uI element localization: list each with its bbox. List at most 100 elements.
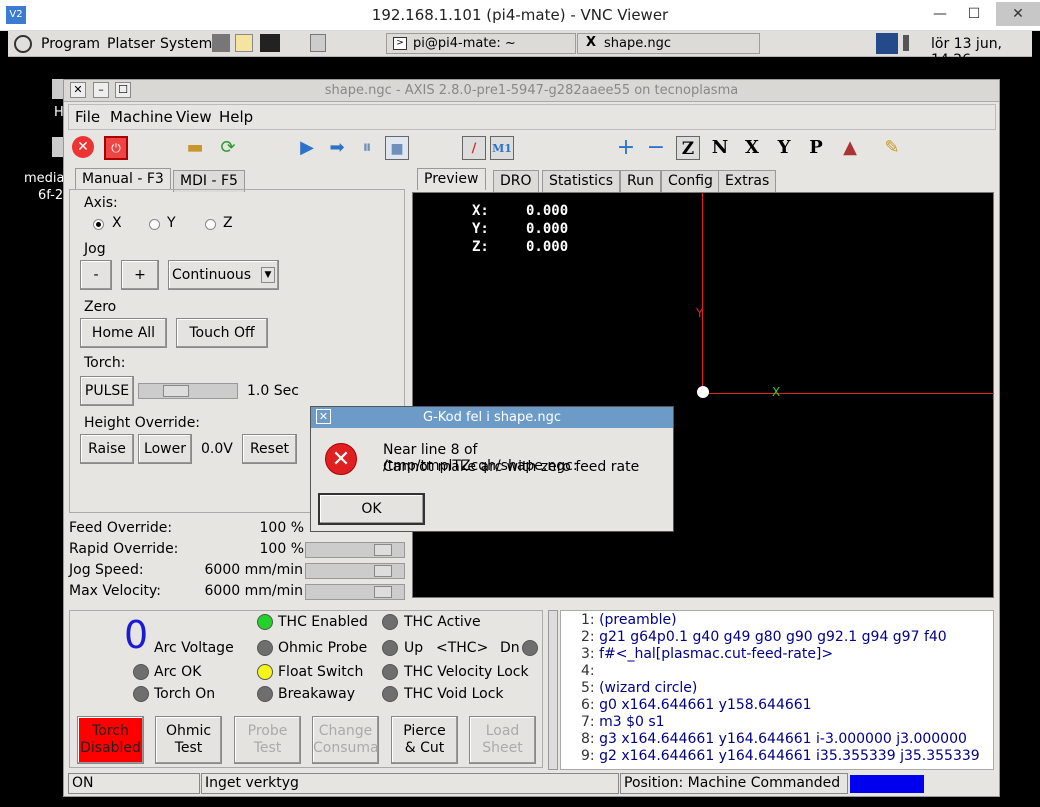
toolbar: ✕ ⏻ ▬ ⟳ ▶ ➡ ⏸ ■ / M1 + − Z N X Y P ▲ ✎ — [68, 131, 996, 165]
view-p-icon[interactable]: P — [804, 136, 828, 160]
torch-on-led — [133, 686, 149, 702]
raise-button[interactable]: Raise — [80, 434, 134, 464]
clear-plot-icon[interactable]: ✎ — [880, 136, 904, 160]
stop-icon[interactable]: ■ — [385, 136, 409, 160]
max-velocity-slider[interactable] — [305, 584, 405, 600]
axis-title-bar: ✕ – ☐ shape.ngc - AXIS 2.8.0-pre1-5947-g… — [64, 80, 999, 102]
thc-void-lock-label: THC Void Lock — [404, 686, 504, 702]
vnc-close-button[interactable]: ✕ — [996, 2, 1040, 26]
torch-disabled-button[interactable]: Torch Disabled — [77, 716, 144, 764]
rapid-override-label: Rapid Override: — [69, 541, 179, 557]
view-x-icon[interactable]: X — [740, 136, 764, 160]
jog-speed-slider[interactable] — [305, 563, 405, 579]
error-icon: ✕ — [325, 443, 357, 475]
dialog-title: G-Kod fel i shape.ngc — [422, 410, 562, 425]
terminal-icon[interactable] — [260, 34, 280, 52]
step-icon[interactable]: ➡ — [325, 136, 349, 160]
jog-minus-button[interactable]: - — [80, 260, 112, 290]
view-y-icon[interactable]: Y — [772, 136, 796, 160]
vnc-tray-icon[interactable] — [876, 33, 898, 54]
home-all-button[interactable]: Home All — [80, 318, 167, 348]
block-delete-icon[interactable]: / — [462, 136, 486, 160]
gcode-scrollbar[interactable] — [548, 610, 558, 770]
tab-config[interactable]: Config — [661, 170, 720, 192]
rapid-override-slider[interactable] — [305, 542, 405, 558]
mate-logo-icon[interactable] — [14, 35, 32, 53]
run-icon[interactable]: ▶ — [295, 136, 319, 160]
vnc-window-title: 192.168.1.101 (pi4-mate) - VNC Viewer — [371, 6, 669, 24]
radio-axis-z[interactable] — [205, 219, 216, 230]
radio-axis-x[interactable] — [93, 219, 104, 230]
reset-button[interactable]: Reset — [242, 434, 297, 464]
vnc-minimize-button[interactable]: — — [926, 2, 954, 26]
tab-extras[interactable]: Extras — [718, 170, 777, 192]
status-progress-bar — [850, 775, 924, 793]
taskbar-terminal[interactable]: > pi@pi4-mate: ~ — [386, 33, 576, 54]
tab-statistics[interactable]: Statistics — [542, 170, 620, 192]
panel-menu-platser[interactable]: Platser — [107, 36, 155, 52]
preview-canvas[interactable]: X: 0.000 Y: 0.000 Z: 0.000 Y X — [412, 192, 994, 598]
text-editor-icon[interactable] — [235, 34, 253, 52]
menu-help[interactable]: Help — [219, 108, 253, 126]
toggle-tool-icon[interactable]: ▲ — [838, 136, 862, 160]
power-icon[interactable]: ⏻ — [104, 136, 128, 160]
touch-off-button[interactable]: Touch Off — [176, 318, 268, 348]
menu-machine[interactable]: Machine — [110, 108, 173, 126]
jog-mode-select[interactable]: Continuous ▼ — [168, 260, 279, 290]
gcode-line: 2: g21 g64p0.1 g40 g49 g80 g90 g92.1 g94… — [581, 629, 947, 645]
radio-axis-y-label: Y — [167, 215, 176, 231]
slider-knob[interactable] — [374, 565, 392, 577]
slider-knob[interactable] — [163, 385, 189, 397]
torch-on-label: Torch On — [154, 686, 216, 702]
ohmic-test-button[interactable]: Ohmic Test — [155, 716, 222, 764]
dn-label: Dn — [500, 640, 520, 656]
pause-icon[interactable]: ⏸ — [355, 136, 379, 160]
gcode-line: 4: — [581, 663, 595, 679]
tab-dro[interactable]: DRO — [493, 170, 539, 192]
reload-icon[interactable]: ⟳ — [216, 136, 240, 160]
lower-button[interactable]: Lower — [138, 434, 192, 464]
ok-button[interactable]: OK — [318, 493, 425, 525]
thc-void-lock-led — [382, 686, 398, 702]
taskbar-axis[interactable]: X shape.ngc — [577, 33, 760, 54]
probe-test-button[interactable]: Probe Test — [234, 716, 301, 764]
estop-icon[interactable]: ✕ — [72, 136, 94, 158]
tab-manual[interactable]: Manual - F3 — [75, 168, 171, 190]
pulse-time-value: 1.0 Sec — [247, 383, 299, 399]
load-sheet-button[interactable]: Load Sheet — [469, 716, 536, 764]
dialog-close-icon[interactable]: ✕ — [316, 409, 331, 424]
jog-plus-button[interactable]: + — [121, 260, 159, 290]
max-velocity-value: 6000 mm/min — [204, 583, 303, 599]
launcher-icon[interactable] — [212, 34, 230, 52]
tab-preview[interactable]: Preview — [417, 168, 486, 190]
pierce-cut-button[interactable]: Pierce & Cut — [391, 716, 458, 764]
optional-stop-icon[interactable]: M1 — [490, 136, 514, 160]
slider-knob[interactable] — [374, 544, 392, 556]
menu-file[interactable]: File — [75, 108, 100, 126]
jog-label: Jog — [84, 241, 106, 257]
view-z-rotated-icon[interactable]: N — [708, 136, 732, 160]
show-desktop-icon[interactable] — [310, 34, 326, 52]
arc-ok-led — [133, 664, 149, 680]
zoom-out-icon[interactable]: − — [644, 136, 668, 160]
view-z-icon[interactable]: Z — [676, 136, 700, 160]
zoom-in-icon[interactable]: + — [614, 136, 638, 160]
panel-menu-program[interactable]: Program — [41, 36, 100, 52]
panel-menu-system[interactable]: System — [160, 36, 212, 52]
vnc-maximize-button[interactable]: ☐ — [960, 2, 988, 26]
pulse-button[interactable]: PULSE — [80, 376, 134, 406]
thc-enabled-label: THC Enabled — [278, 614, 368, 630]
thc-velocity-lock-led — [382, 664, 398, 680]
error-dialog: ✕ G-Kod fel i shape.ngc ✕ Near line 8 of… — [310, 406, 674, 532]
pulse-time-slider[interactable] — [138, 383, 238, 399]
open-file-icon[interactable]: ▬ — [183, 136, 207, 160]
volume-icon[interactable] — [903, 35, 921, 51]
change-consumable-button[interactable]: Change Consumable — [312, 716, 379, 764]
slider-knob[interactable] — [374, 586, 392, 598]
tab-run[interactable]: Run — [620, 170, 661, 192]
radio-axis-y[interactable] — [149, 219, 160, 230]
vnc-title-bar: V2 192.168.1.101 (pi4-mate) - VNC Viewer… — [0, 0, 1040, 31]
gcode-line: 6: g0 x164.644661 y158.644661 — [581, 697, 812, 713]
gcode-text-view[interactable]: 1: (preamble) 2: g21 g64p0.1 g40 g49 g80… — [560, 610, 994, 770]
menu-view[interactable]: View — [176, 108, 212, 126]
